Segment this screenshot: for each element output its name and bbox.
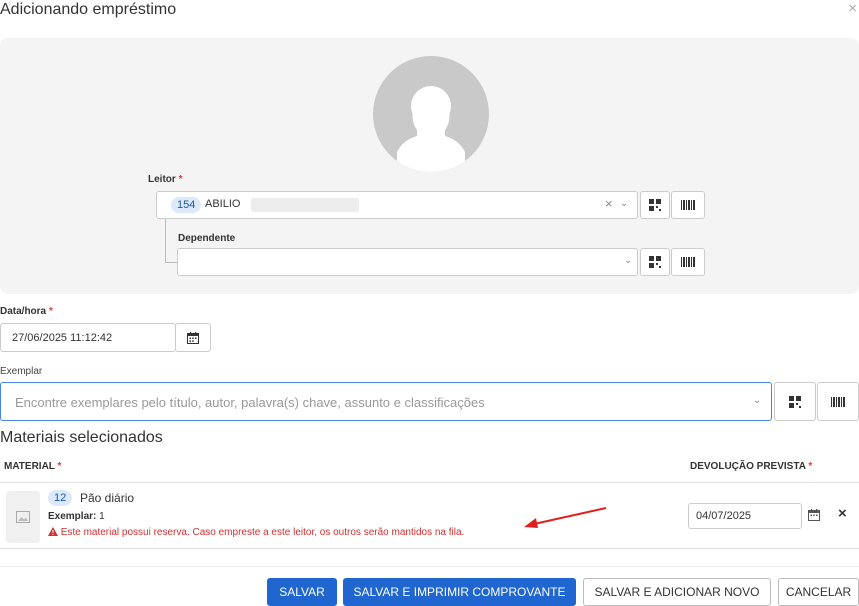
datetime-label: Data/hora * bbox=[0, 306, 53, 317]
qr-code-icon bbox=[789, 395, 801, 408]
barcode-icon bbox=[681, 257, 695, 267]
image-placeholder-icon bbox=[16, 511, 30, 523]
tree-connector bbox=[165, 219, 177, 263]
avatar bbox=[373, 56, 489, 172]
exemplar-label: Exemplar bbox=[0, 366, 43, 377]
exemplar-placeholder: Encontre exemplares pelo título, autor, … bbox=[15, 395, 485, 410]
chevron-down-icon[interactable]: ⌄ bbox=[753, 395, 761, 406]
barcode-icon bbox=[831, 396, 845, 407]
column-header-material: MATERIAL * bbox=[4, 461, 62, 472]
required-mark: * bbox=[178, 174, 183, 185]
required-mark: * bbox=[48, 306, 53, 317]
reader-id-badge: 154 bbox=[171, 197, 202, 213]
calendar-icon bbox=[187, 331, 199, 344]
dependent-qr-button[interactable] bbox=[640, 248, 670, 276]
reader-name: ABILIO bbox=[205, 198, 241, 210]
table-row: 12 Pão diário Exemplar: 1 Este material … bbox=[0, 483, 859, 547]
required-mark: * bbox=[57, 461, 62, 472]
warning-icon bbox=[48, 527, 58, 536]
save-button[interactable]: SALVAR bbox=[267, 578, 337, 606]
redacted-surname bbox=[251, 198, 359, 212]
return-date-input[interactable]: 04/07/2025 bbox=[688, 503, 802, 529]
material-id-badge: 12 bbox=[48, 490, 73, 506]
calendar-icon[interactable] bbox=[808, 509, 820, 521]
cancel-button[interactable]: CANCELAR bbox=[778, 578, 859, 606]
section-title-materials: Materiais selecionados bbox=[0, 429, 163, 446]
qr-code-icon bbox=[649, 199, 661, 211]
save-add-new-button[interactable]: SALVAR E ADICIONAR NOVO bbox=[583, 578, 771, 606]
material-exemplar: Exemplar: 1 bbox=[48, 511, 105, 522]
user-silhouette-icon bbox=[397, 86, 465, 172]
clear-icon[interactable]: × bbox=[605, 196, 613, 211]
datetime-input[interactable]: 27/06/2025 11:12:42 bbox=[0, 323, 176, 352]
chevron-down-icon[interactable]: ⌄ bbox=[620, 198, 628, 209]
modal-title: Adicionando empréstimo bbox=[0, 1, 177, 18]
material-title: Pão diário bbox=[80, 491, 135, 505]
remove-row-icon[interactable]: × bbox=[838, 505, 847, 522]
chevron-down-icon[interactable]: ⌄ bbox=[624, 255, 632, 266]
exemplar-barcode-button[interactable] bbox=[817, 382, 859, 421]
return-date-value: 04/07/2025 bbox=[696, 510, 752, 522]
qr-code-icon bbox=[649, 256, 661, 268]
reader-label: Leitor * bbox=[148, 174, 183, 185]
dependent-select[interactable]: ⌄ bbox=[177, 248, 638, 276]
material-thumbnail bbox=[6, 491, 40, 543]
close-icon[interactable]: × bbox=[848, 0, 857, 18]
save-print-button[interactable]: SALVAR E IMPRIMIR COMPROVANTE bbox=[343, 578, 576, 606]
exemplar-search-input[interactable]: Encontre exemplares pelo título, autor, … bbox=[0, 382, 772, 421]
annotation-arrow-icon bbox=[524, 507, 607, 528]
datetime-value: 27/06/2025 11:12:42 bbox=[12, 332, 113, 344]
reader-select[interactable]: 154 ABILIO × ⌄ bbox=[156, 191, 638, 219]
dependent-barcode-button[interactable] bbox=[671, 248, 705, 276]
calendar-button[interactable] bbox=[175, 323, 211, 352]
qr-scan-button[interactable] bbox=[640, 191, 670, 219]
footer-divider bbox=[0, 566, 859, 567]
column-header-return: DEVOLUÇÃO PREVISTA * bbox=[690, 461, 813, 472]
reservation-warning: Este material possui reserva. Caso empre… bbox=[48, 527, 464, 538]
barcode-icon bbox=[681, 200, 695, 210]
dependent-label: Dependente bbox=[178, 233, 236, 244]
barcode-scan-button[interactable] bbox=[671, 191, 705, 219]
exemplar-qr-button[interactable] bbox=[774, 382, 816, 421]
required-mark: * bbox=[808, 461, 813, 472]
table-divider bbox=[0, 548, 859, 549]
